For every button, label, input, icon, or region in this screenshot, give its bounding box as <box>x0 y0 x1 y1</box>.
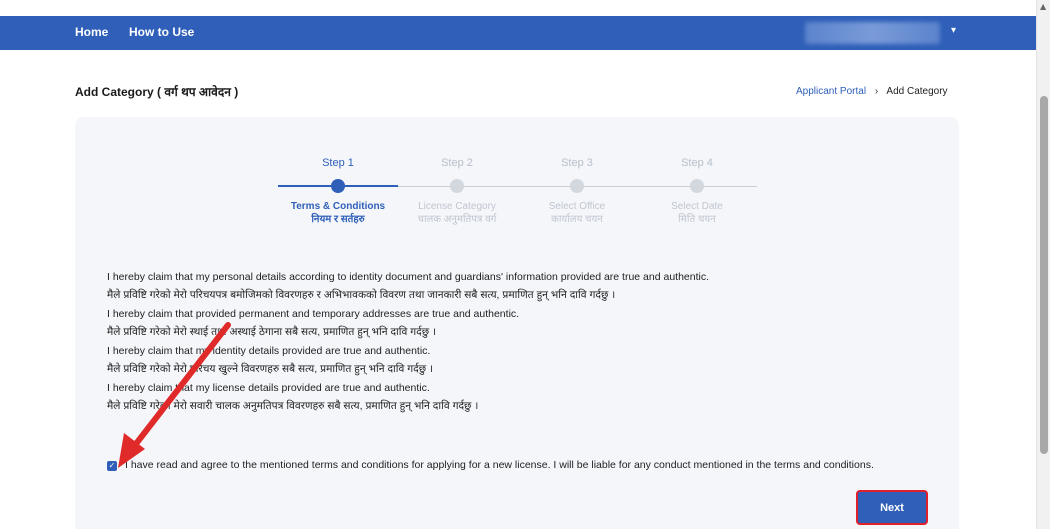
term-1-en: I hereby claim that my personal details … <box>107 271 710 283</box>
breadcrumb-current: Add Category <box>886 86 948 97</box>
step-3-title-np: कार्यालय चयन <box>551 214 603 225</box>
step-3-dot <box>570 179 584 193</box>
application-card: Step 1 Terms & Conditions नियम र सर्तहरु… <box>75 117 959 529</box>
step-4-title: Select Date मिति चयन <box>627 200 767 226</box>
nav-home-link[interactable]: Home <box>75 25 108 39</box>
step-4-dot <box>690 179 704 193</box>
nav-how-to-use-link[interactable]: How to Use <box>129 25 194 39</box>
page-scrollbar[interactable]: ▲ <box>1036 0 1050 529</box>
step-2-dot <box>450 179 464 193</box>
agree-label[interactable]: I have read and agree to the mentioned t… <box>125 458 925 473</box>
term-2-en: I hereby claim that provided permanent a… <box>107 308 520 320</box>
step-3-label: Step 3 <box>561 157 593 169</box>
step-4-title-en: Select Date <box>671 201 723 212</box>
term-3-np: मैले प्रविष्टि गरेको मेरो परिचय खुल्ने व… <box>107 363 433 375</box>
terms-list: I hereby claim that my personal details … <box>107 268 927 416</box>
term-2-np: मैले प्रविष्टि गरेको मेरो स्थाई तथा अस्थ… <box>107 326 436 338</box>
page-title: Add Category ( वर्ग थप आवेदन ) <box>75 85 239 99</box>
step-3-title-en: Select Office <box>548 201 606 212</box>
scroll-up-icon[interactable]: ▲ <box>1040 2 1046 11</box>
breadcrumb-applicant-portal-link[interactable]: Applicant Portal <box>796 86 866 97</box>
step-2-title-np: चालक अनुमतिपत्र वर्ग <box>417 214 497 225</box>
step-1-label: Step 1 <box>322 157 354 169</box>
agree-checkbox[interactable]: ✓ <box>107 461 117 471</box>
step-2-title: License Category चालक अनुमतिपत्र वर्ग <box>387 200 527 226</box>
breadcrumb-separator-icon: › <box>874 86 879 97</box>
term-3-en: I hereby claim that my identity details … <box>107 345 431 357</box>
term-4-en: I hereby claim that my license details p… <box>107 382 430 394</box>
breadcrumb: Applicant Portal › Add Category <box>796 86 948 97</box>
next-button[interactable]: Next <box>856 490 928 525</box>
top-navbar: Home How to Use ▾ <box>0 16 1036 50</box>
step-4-title-np: मिति चयन <box>678 214 716 225</box>
step-4-label: Step 4 <box>681 157 713 169</box>
step-1-dot <box>331 179 345 193</box>
chevron-down-icon[interactable]: ▾ <box>951 25 956 36</box>
step-2-title-en: License Category <box>418 201 496 212</box>
term-1-np: मैले प्रविष्टि गरेको मेरो परिचयपत्र बमोज… <box>107 289 616 301</box>
browser-top-strip <box>0 0 1036 16</box>
scrollbar-thumb[interactable] <box>1040 96 1048 454</box>
step-2-label: Step 2 <box>441 157 473 169</box>
user-menu-blurred[interactable] <box>805 22 940 44</box>
term-4-np: मैले प्रविष्टि गरेको मेरो सवारी चालक अनु… <box>107 400 479 412</box>
step-3-title: Select Office कार्यालय चयन <box>507 200 647 226</box>
